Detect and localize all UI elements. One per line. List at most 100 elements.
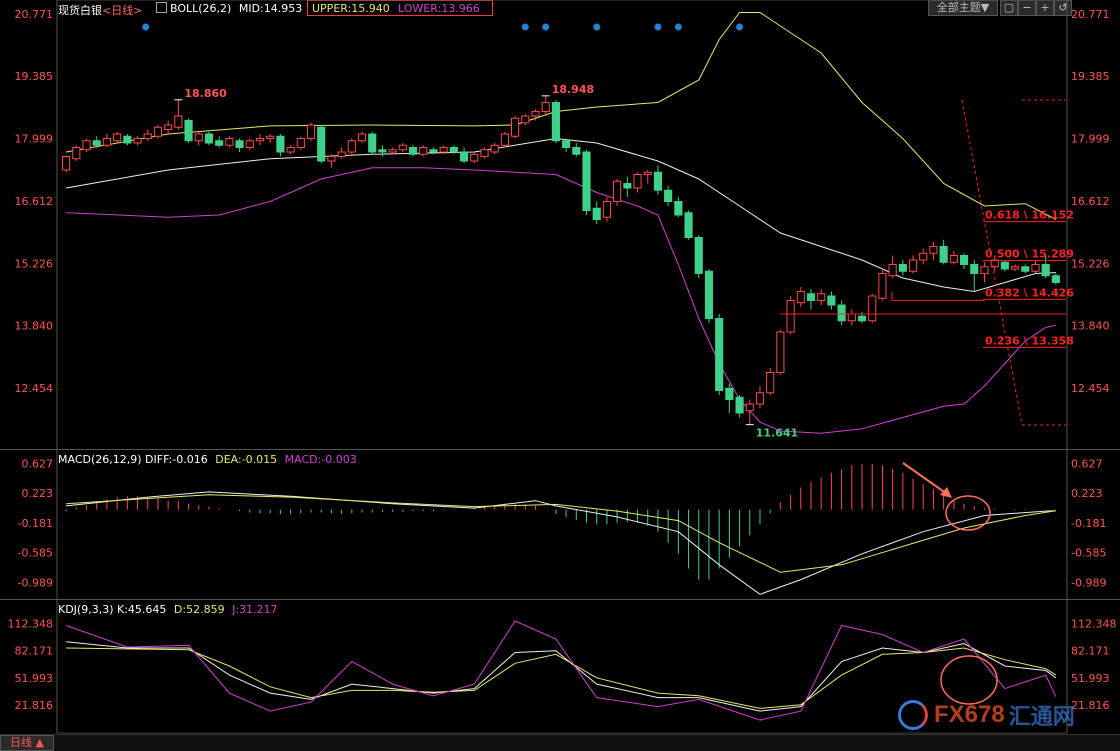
candle-body-89 xyxy=(970,264,979,274)
kdj-tick-right-0: 112.348 xyxy=(1071,617,1117,630)
macd-tick-right-3: -0.585 xyxy=(1071,547,1106,560)
chart-canvas[interactable]: 18.860 18.948 11.641 0.618 \ 16.152 0.500 \ … xyxy=(0,0,1120,750)
signal-dot-1 xyxy=(521,23,529,31)
candle-body-70 xyxy=(776,331,785,373)
candle-body-25 xyxy=(317,126,326,162)
candle-body-69 xyxy=(766,372,775,394)
macd-tick-left-1: 0.223 xyxy=(22,487,54,500)
signal-dot-3 xyxy=(593,23,601,31)
candle-body-78 xyxy=(857,315,867,322)
candle-body-9 xyxy=(153,126,163,137)
candle-body-2 xyxy=(82,140,91,151)
candle-body-76 xyxy=(837,304,846,322)
signal-dot-4 xyxy=(654,23,662,31)
price-tick-left-6: 12.454 xyxy=(15,382,54,395)
kdj-highlight-circle xyxy=(940,655,998,705)
candle-body-1 xyxy=(72,147,81,160)
signal-dot-2 xyxy=(542,23,550,31)
candle-body-48 xyxy=(551,102,560,142)
candle-body-81 xyxy=(888,264,897,277)
extreme-label-1: 18.948 xyxy=(552,83,594,96)
candle-body-92 xyxy=(1000,261,1009,270)
macd-highlight-circle xyxy=(945,495,991,531)
kdj-tick-left-3: 21.816 xyxy=(15,699,54,712)
candle-body-11 xyxy=(174,115,183,128)
candle-body-39 xyxy=(459,151,469,162)
price-tick-right-6: 12.454 xyxy=(1071,382,1110,395)
price-tick-left-5: 13.840 xyxy=(15,320,54,333)
macd-tick-left-3: -0.585 xyxy=(18,547,53,560)
candle-body-66 xyxy=(735,396,744,414)
candle-body-82 xyxy=(898,264,907,272)
candle-body-72 xyxy=(796,291,805,304)
candle-body-35 xyxy=(419,147,428,155)
fib-label-0: 0.618 \ 16.152 xyxy=(985,209,1074,222)
price-tick-left-4: 15.226 xyxy=(15,257,54,270)
candle-body-90 xyxy=(980,266,989,274)
candle-body-16 xyxy=(225,138,234,146)
candle-body-58 xyxy=(653,171,663,191)
candle-body-46 xyxy=(531,111,540,117)
chart-frame xyxy=(0,0,1120,734)
candle-body-62 xyxy=(694,237,703,274)
candle-body-22 xyxy=(286,147,295,153)
candle-body-94 xyxy=(1021,266,1030,272)
candle-body-21 xyxy=(276,135,285,153)
candle-body-40 xyxy=(470,153,479,162)
chevron-up-icon: ▲ xyxy=(35,736,44,749)
candle-body-97 xyxy=(1051,275,1060,283)
candle-body-50 xyxy=(572,147,581,155)
candle-body-95 xyxy=(1031,264,1040,272)
macd-diff-line xyxy=(66,491,1056,595)
candle-body-37 xyxy=(439,147,448,153)
macd-arrow-line xyxy=(902,462,951,497)
macd-arrow-head xyxy=(940,487,952,498)
candle-body-88 xyxy=(959,255,969,265)
candle-body-8 xyxy=(143,133,152,139)
macd-tick-left-4: -0.989 xyxy=(18,576,53,589)
price-tick-right-4: 15.226 xyxy=(1071,257,1110,270)
price-tick-right-2: 17.999 xyxy=(1071,133,1110,146)
candle-body-87 xyxy=(949,255,958,263)
candle-body-93 xyxy=(1011,266,1020,270)
candle-body-44 xyxy=(511,117,520,137)
price-tick-left-0: 20.771 xyxy=(15,8,54,21)
watermark-logo-icon xyxy=(898,700,928,730)
candle-body-96 xyxy=(1041,264,1050,277)
candle-body-36 xyxy=(429,149,438,153)
candle-body-57 xyxy=(643,171,652,175)
kdj-tick-left-1: 82.171 xyxy=(15,645,54,658)
signal-dot-0 xyxy=(142,23,150,31)
candle-body-26 xyxy=(327,156,336,162)
macd-tick-right-2: -0.181 xyxy=(1071,517,1106,530)
boll-upper-line xyxy=(66,12,1057,220)
candle-body-28 xyxy=(347,140,356,153)
price-tick-right-3: 16.612 xyxy=(1071,195,1110,208)
candle-body-52 xyxy=(592,207,601,220)
candle-body-41 xyxy=(480,149,489,157)
kdj-tick-right-1: 82.171 xyxy=(1071,645,1110,658)
candle-body-27 xyxy=(337,151,346,157)
candle-body-61 xyxy=(684,212,693,238)
candle-body-74 xyxy=(817,293,826,301)
candle-body-34 xyxy=(408,147,418,155)
candle-body-83 xyxy=(908,259,918,272)
plot-border xyxy=(56,0,1068,734)
fib-label-3: 0.236 \ 13.358 xyxy=(985,334,1074,347)
candle-body-7 xyxy=(133,138,142,144)
candle-body-31 xyxy=(378,149,387,153)
candle-body-59 xyxy=(664,189,673,202)
extreme-label-0: 18.860 xyxy=(184,87,227,100)
macd-tick-right-4: -0.989 xyxy=(1071,576,1106,589)
price-tick-right-1: 19.385 xyxy=(1071,70,1110,83)
candle-body-65 xyxy=(725,387,734,400)
candle-body-10 xyxy=(164,124,173,130)
macd-tick-left-2: -0.181 xyxy=(18,517,53,530)
period-selector[interactable]: 日线 ▲ xyxy=(0,735,54,751)
candle-body-56 xyxy=(633,174,642,189)
candle-body-4 xyxy=(102,138,111,146)
macd-tick-right-1: 0.223 xyxy=(1071,487,1103,500)
candle-body-13 xyxy=(194,133,203,142)
candle-body-6 xyxy=(123,135,132,144)
candle-body-23 xyxy=(296,138,305,148)
